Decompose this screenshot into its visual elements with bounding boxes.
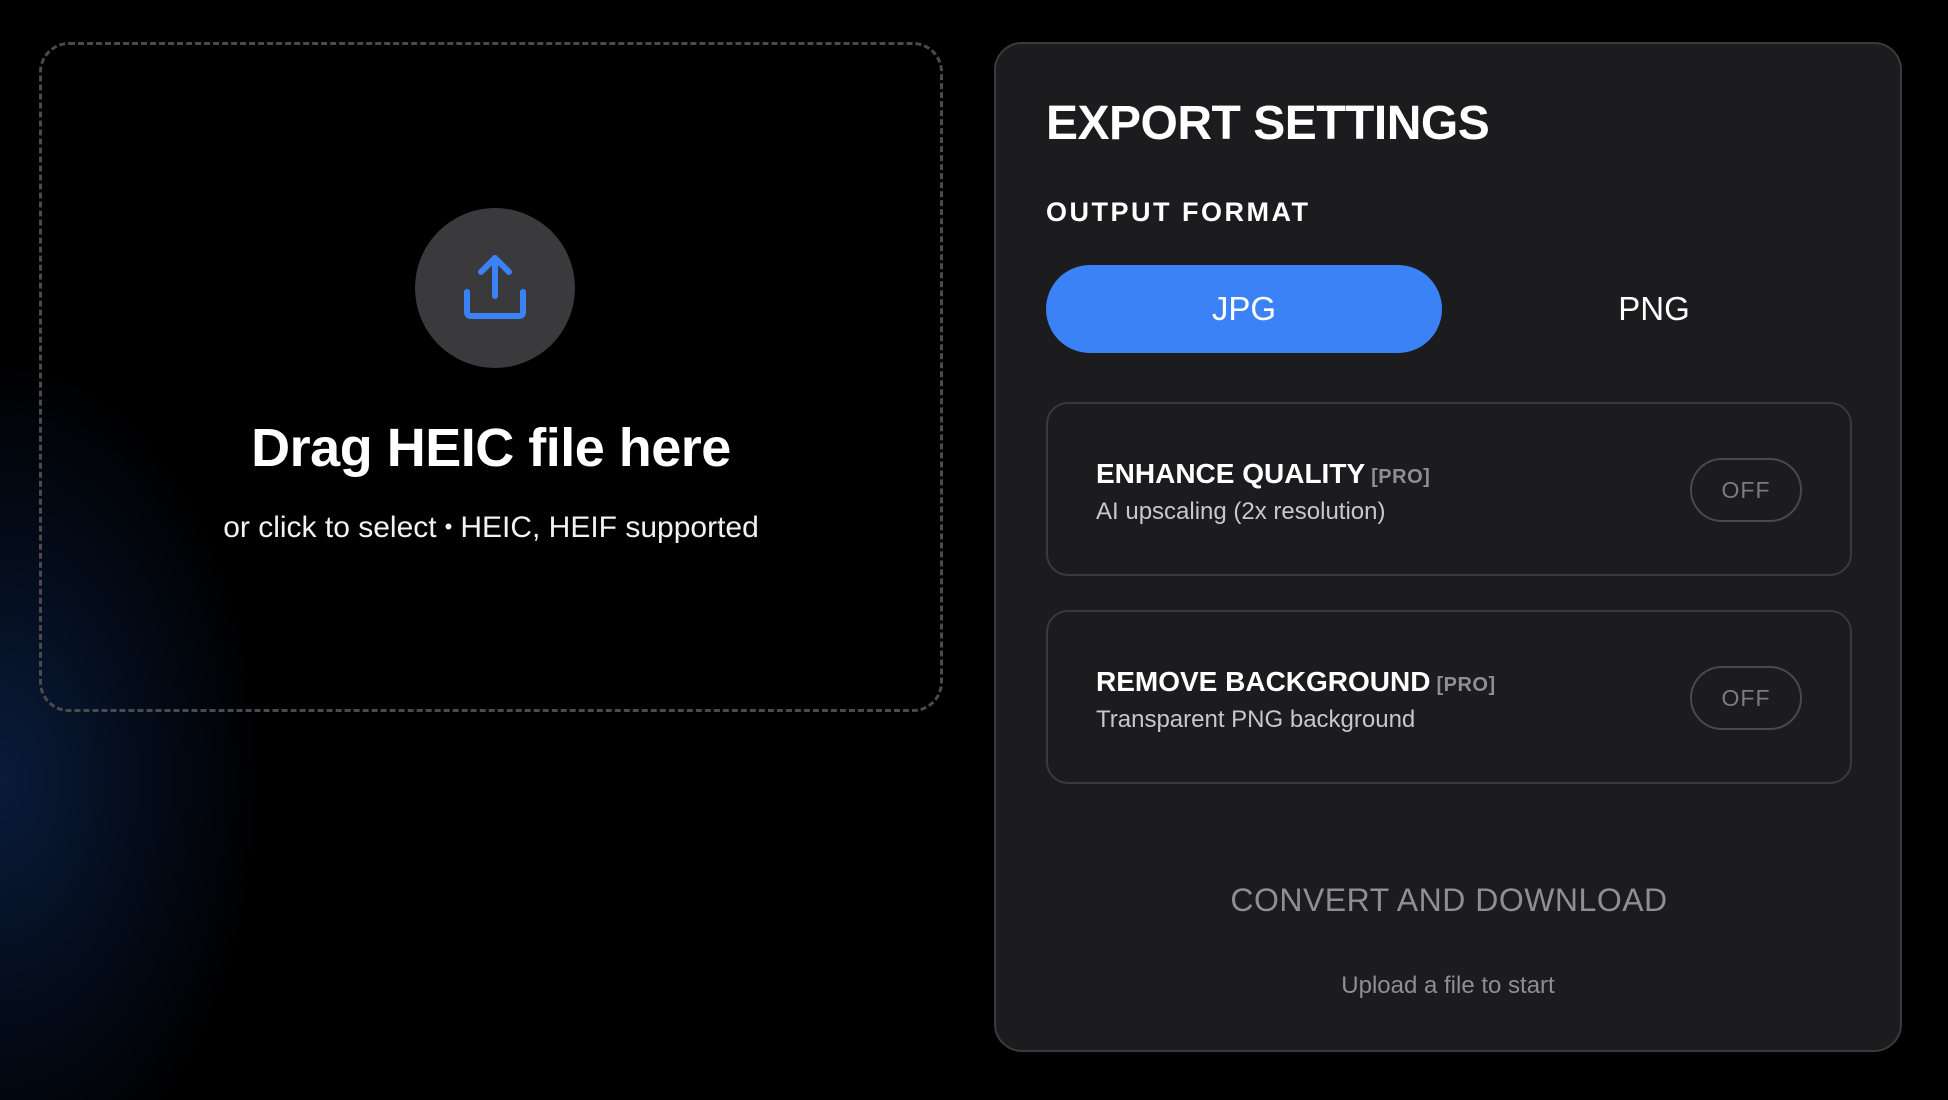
format-png-button[interactable]: PNG bbox=[1456, 265, 1852, 353]
dropzone-subtitle-separator: • bbox=[444, 514, 453, 539]
output-format-selector: JPG PNG bbox=[1046, 265, 1852, 353]
enhance-quality-option: ENHANCE QUALITY [PRO] AI upscaling (2x re… bbox=[1046, 402, 1852, 576]
enhance-quality-title: ENHANCE QUALITY [PRO] bbox=[1096, 458, 1430, 490]
remove-background-toggle[interactable]: OFF bbox=[1690, 666, 1802, 730]
upload-icon-circle bbox=[415, 208, 575, 368]
file-dropzone[interactable]: Drag HEIC file here or click to select • H… bbox=[39, 42, 943, 712]
remove-background-description: Transparent PNG background bbox=[1096, 706, 1416, 733]
dropzone-subtitle: or click to select • HEIC, HEIF supported bbox=[42, 511, 940, 545]
panel-title: EXPORT SETTINGS bbox=[1046, 97, 1490, 150]
upload-icon bbox=[464, 255, 526, 319]
dropzone-subtitle-formats: HEIC, HEIF supported bbox=[460, 511, 759, 544]
pro-badge: [PRO] bbox=[1436, 674, 1496, 696]
upload-hint: Upload a file to start bbox=[1341, 972, 1555, 999]
output-format-label: OUTPUT FORMAT bbox=[1046, 197, 1311, 227]
enhance-quality-label: ENHANCE QUALITY bbox=[1096, 458, 1366, 489]
page: Drag HEIC file here or click to select • H… bbox=[0, 0, 1948, 1100]
remove-background-title: REMOVE BACKGROUND [PRO] bbox=[1096, 666, 1496, 698]
convert-download-button[interactable]: CONVERT AND DOWNLOAD bbox=[1046, 860, 1852, 940]
dropzone-title: Drag HEIC file here bbox=[251, 418, 731, 478]
remove-background-label: REMOVE BACKGROUND bbox=[1096, 666, 1431, 697]
enhance-quality-toggle[interactable]: OFF bbox=[1690, 458, 1802, 522]
enhance-quality-description: AI upscaling (2x resolution) bbox=[1096, 498, 1386, 525]
dropzone-subtitle-main: or click to select bbox=[223, 511, 437, 544]
export-settings-panel: EXPORT SETTINGS OUTPUT FORMAT JPG PNG EN… bbox=[994, 42, 1902, 1052]
format-jpg-button[interactable]: JPG bbox=[1046, 265, 1442, 353]
remove-background-option: REMOVE BACKGROUND [PRO] Transparent PNG b… bbox=[1046, 610, 1852, 784]
pro-badge: [PRO] bbox=[1371, 466, 1431, 488]
